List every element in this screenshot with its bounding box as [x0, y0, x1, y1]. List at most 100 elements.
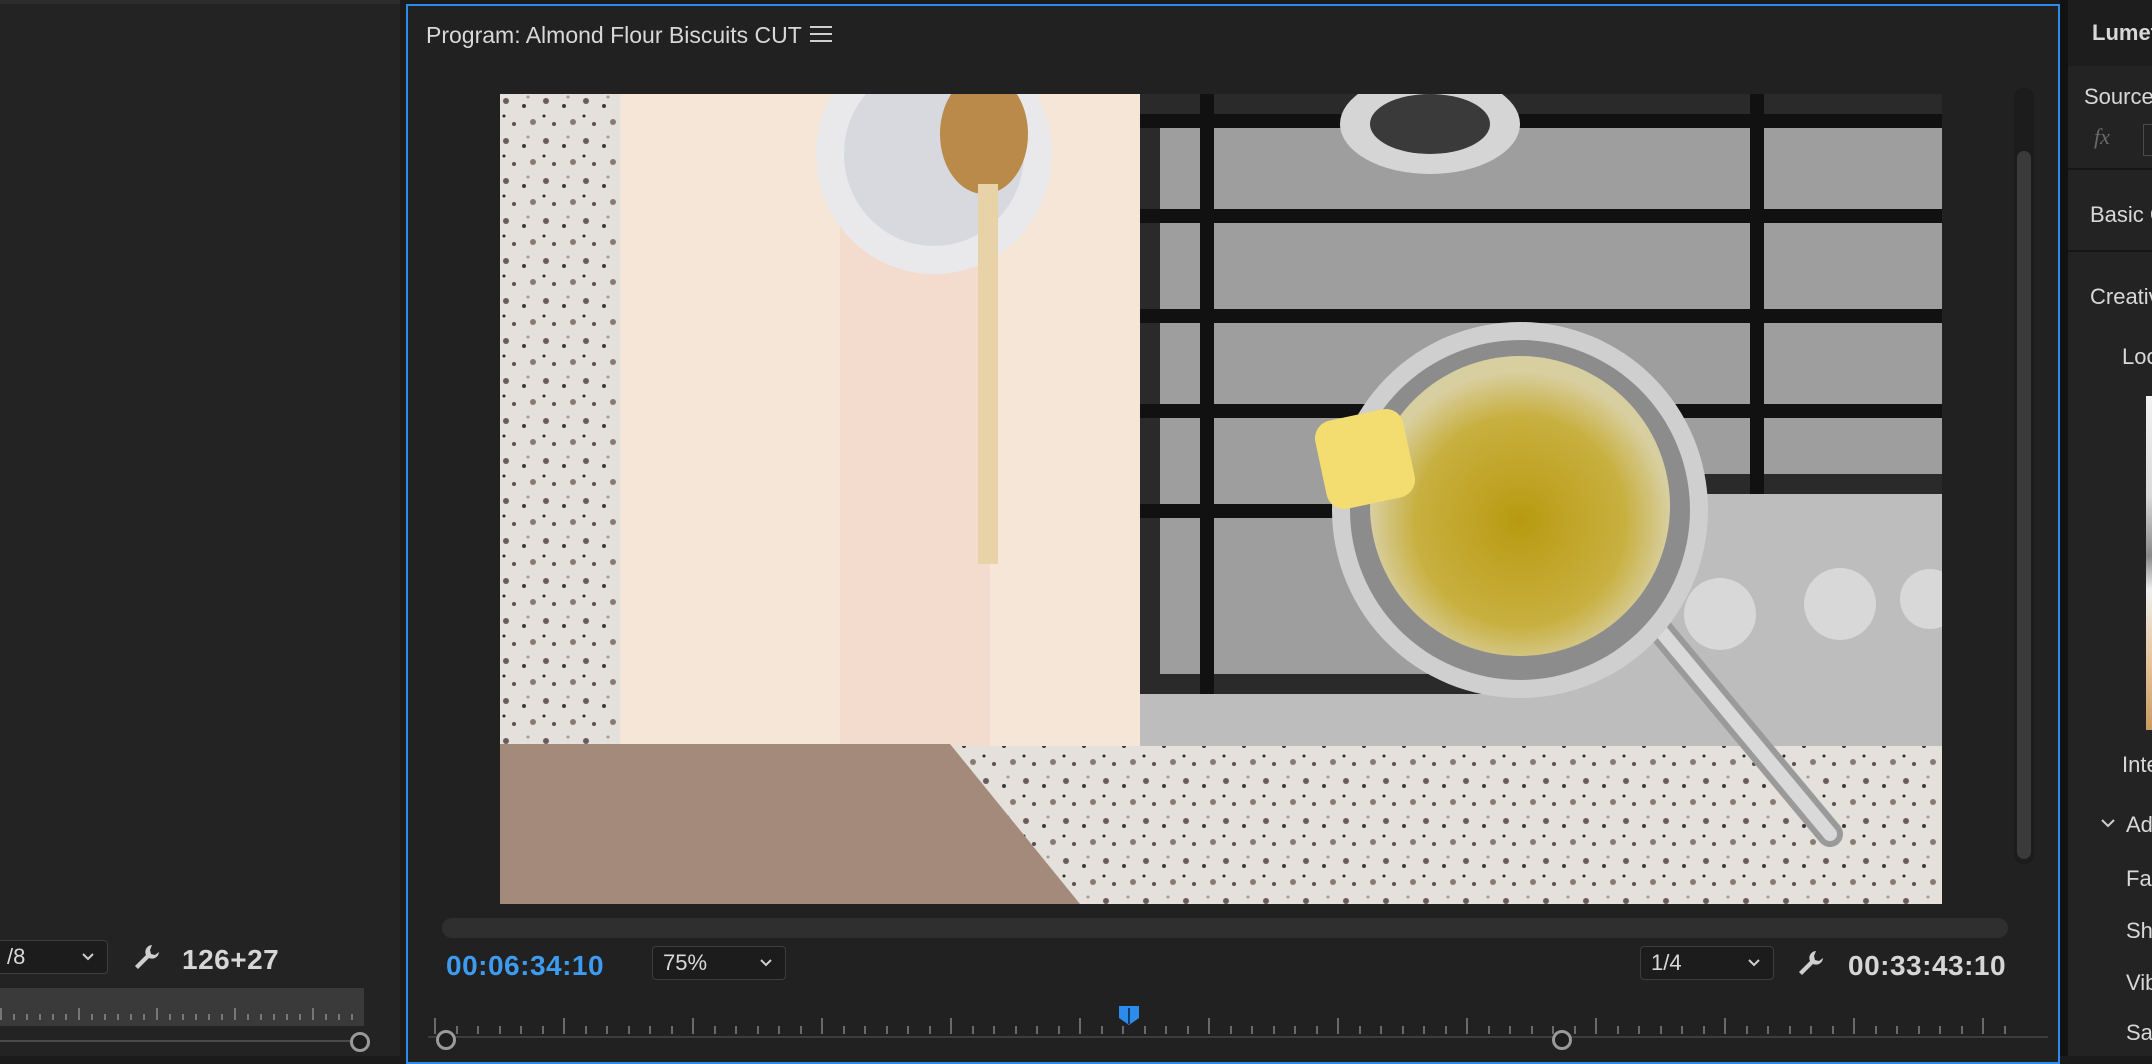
ruler-tick: [1186, 1026, 1189, 1034]
ruler-tick: [143, 1014, 145, 1020]
ruler-tick: [39, 1014, 41, 1020]
ruler-tick: [1337, 1018, 1339, 1034]
ruler-tick: [1122, 1026, 1124, 1034]
ruler-tick: [1143, 1026, 1146, 1034]
wrench-icon[interactable]: [1796, 948, 1826, 978]
ruler-tick: [649, 1026, 651, 1034]
zoom-handle-right[interactable]: [1552, 1030, 1572, 1050]
ruler-tick: [434, 1018, 436, 1034]
saturation-label: Sat: [2126, 1020, 2152, 1045]
ruler-tick: [195, 1014, 197, 1020]
ruler-tick: [273, 1014, 275, 1020]
chevron-down-icon[interactable]: [2098, 814, 2118, 834]
playback-resolution-dropdown[interactable]: 1/4: [1640, 946, 1774, 980]
ruler-tick: [563, 1018, 565, 1034]
fx-icon[interactable]: fx: [2094, 124, 2110, 150]
ruler-tick: [735, 1026, 737, 1034]
zoom-handle-left[interactable]: [436, 1030, 456, 1050]
lumetri-panel-tab[interactable]: Lumet: [2092, 20, 2152, 46]
ruler-tick: [1229, 1026, 1232, 1034]
ruler-tick: [1100, 1026, 1103, 1034]
program-zoom-scrollbar[interactable]: [428, 1036, 2048, 1038]
ruler-tick: [1487, 1026, 1490, 1034]
hamburger-menu-icon[interactable]: [810, 26, 832, 44]
sharpen-label: Sha: [2126, 918, 2152, 943]
ruler-tick: [1702, 1026, 1705, 1034]
ruler-tick: [692, 1018, 694, 1034]
chevron-down-icon: [1748, 959, 1760, 967]
ruler-tick: [234, 1008, 236, 1020]
ruler-tick: [1853, 1018, 1855, 1034]
playback-resolution-value: 1/4: [1651, 950, 1682, 975]
chevron-down-icon: [82, 953, 94, 961]
ruler-tick: [1208, 1018, 1210, 1034]
panel-divider[interactable]: [2060, 0, 2068, 1056]
program-monitor-panel: Program: Almond Flour Biscuits CUT 00:06…: [406, 4, 2060, 1064]
ruler-tick: [1616, 1026, 1619, 1034]
intensity-label: Inte: [2122, 752, 2152, 777]
ruler-tick: [498, 1026, 501, 1034]
ruler-tick: [1917, 1026, 1920, 1034]
ruler-tick: [584, 1026, 587, 1034]
ruler-tick: [65, 1014, 67, 1020]
ruler-tick: [1595, 1018, 1597, 1034]
source-resolution-value: /8: [7, 944, 26, 969]
ruler-tick: [950, 1018, 952, 1034]
ruler-tick: [1380, 1026, 1382, 1034]
video-frame-image: [500, 94, 1942, 904]
source-resolution-dropdown[interactable]: /8: [0, 940, 108, 974]
ruler-tick: [260, 1014, 262, 1020]
ruler-tick: [208, 1014, 210, 1020]
zoom-level-value: 75%: [663, 950, 708, 975]
playhead-marker[interactable]: [1117, 1004, 1141, 1026]
ruler-tick: [1079, 1018, 1081, 1034]
lumetri-source-label[interactable]: Source: [2084, 84, 2152, 110]
ruler-tick: [541, 1026, 544, 1034]
ruler-tick: [1358, 1026, 1361, 1034]
ruler-tick: [1530, 1026, 1533, 1034]
ruler-tick: [520, 1026, 522, 1034]
ruler-tick: [1939, 1026, 1941, 1034]
lumetri-color-panel: Lumet Source fx Basic C Creativ Loo Inte…: [2068, 0, 2152, 1056]
ruler-tick: [928, 1026, 931, 1034]
section-divider: [2068, 250, 2152, 252]
zoom-level-dropdown[interactable]: 75%: [652, 946, 786, 980]
ruler-tick: [1165, 1026, 1167, 1034]
ruler-tick: [1057, 1026, 1060, 1034]
look-preview-thumbnail[interactable]: [2146, 396, 2152, 730]
ruler-tick: [117, 1014, 119, 1020]
ruler-tick: [1401, 1026, 1404, 1034]
creative-section[interactable]: Creativ: [2090, 284, 2152, 310]
ruler-tick: [2003, 1026, 2006, 1034]
source-time-ruler[interactable]: [0, 988, 364, 1026]
ruler-tick: [1874, 1026, 1877, 1034]
source-zoom-scrollbar[interactable]: [0, 1040, 356, 1042]
video-preview[interactable]: [500, 94, 1942, 904]
ruler-tick: [26, 1014, 28, 1020]
faded-film-label: Fac: [2126, 866, 2152, 891]
ruler-tick: [1960, 1026, 1963, 1034]
ruler-tick: [606, 1026, 608, 1034]
playhead-timecode[interactable]: 00:06:34:10: [446, 950, 604, 982]
ruler-tick: [842, 1026, 845, 1034]
ruler-tick: [1745, 1026, 1748, 1034]
panel-top-border: [0, 0, 400, 4]
horizontal-scrollbar[interactable]: [442, 918, 2008, 938]
ruler-tick: [312, 1008, 314, 1020]
ruler-tick: [455, 1026, 458, 1034]
ruler-tick: [885, 1026, 888, 1034]
ruler-tick: [1272, 1026, 1275, 1034]
ruler-tick: [1681, 1026, 1683, 1034]
ruler-tick: [351, 1014, 353, 1020]
source-zoom-handle-right[interactable]: [350, 1032, 370, 1052]
ruler-tick: [756, 1026, 759, 1034]
source-timecode[interactable]: 126+27: [182, 944, 279, 976]
vertical-scrollbar-thumb[interactable]: [2017, 151, 2031, 859]
wrench-icon[interactable]: [132, 942, 162, 972]
adjustments-section[interactable]: Adj: [2126, 812, 2152, 838]
fx-toggle-box[interactable]: [2143, 124, 2152, 156]
basic-correction-section[interactable]: Basic C: [2090, 202, 2152, 228]
program-monitor-title[interactable]: Program: Almond Flour Biscuits CUT: [426, 22, 802, 49]
program-time-ruler[interactable]: [434, 1004, 2022, 1034]
ruler-tick: [993, 1026, 995, 1034]
